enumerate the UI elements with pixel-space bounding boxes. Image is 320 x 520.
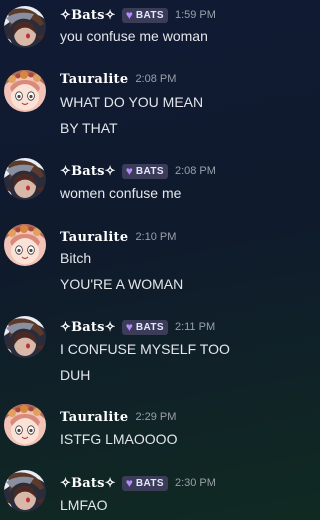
username[interactable]: ✧Bats✧ — [60, 476, 116, 491]
role-badge[interactable]: ♥ BATS — [121, 163, 168, 179]
message-header: ✧Bats✧ ♥ BATS 1:59 PM — [60, 6, 216, 24]
avatar[interactable] — [4, 470, 46, 512]
message-text: WHAT DO YOU MEAN — [60, 94, 204, 110]
timestamp[interactable]: 2:29 PM — [135, 411, 176, 423]
message-header: ✧Bats✧ ♥ BATS 2:30 PM — [60, 474, 216, 492]
username[interactable]: ✧Bats✧ — [60, 8, 116, 23]
timestamp[interactable]: 2:11 PM — [175, 321, 215, 333]
avatar[interactable] — [4, 224, 46, 266]
role-badge[interactable]: ♥ BATS — [121, 475, 168, 491]
message-text: women confuse me — [60, 185, 182, 201]
avatar[interactable] — [4, 158, 46, 200]
avatar[interactable] — [4, 404, 46, 446]
avatar[interactable] — [4, 70, 46, 112]
timestamp[interactable]: 2:10 PM — [135, 231, 176, 243]
message-header: Tauralite 2:10 PM — [60, 228, 176, 246]
avatar[interactable] — [4, 316, 46, 358]
timestamp[interactable]: 2:30 PM — [175, 477, 216, 489]
message-text: LMFAO — [60, 497, 108, 513]
role-badge[interactable]: ♥ BATS — [121, 7, 168, 23]
username[interactable]: Tauralite — [60, 230, 128, 245]
message-text: I CONFUSE MYSELF TOO — [60, 341, 230, 357]
username[interactable]: ✧Bats✧ — [60, 164, 116, 179]
purple-heart-icon: ♥ — [125, 164, 133, 178]
username[interactable]: Tauralite — [60, 410, 128, 425]
timestamp[interactable]: 2:08 PM — [175, 165, 216, 177]
role-badge[interactable]: ♥ BATS — [121, 319, 168, 335]
message-header: ✧Bats✧ ♥ BATS 2:11 PM — [60, 318, 215, 336]
username[interactable]: Tauralite — [60, 72, 128, 87]
message-header: Tauralite 2:29 PM — [60, 408, 176, 426]
message-text: ISTFG LMAOOOO — [60, 431, 178, 447]
message-text: BY THAT — [60, 120, 118, 136]
message-header: Tauralite 2:08 PM — [60, 70, 176, 88]
purple-heart-icon: ♥ — [125, 320, 133, 334]
message-text: YOU'RE A WOMAN — [60, 276, 184, 292]
username[interactable]: ✧Bats✧ — [60, 320, 116, 335]
chat-log: ✧Bats✧ ♥ BATS 1:59 PM you confuse me wom… — [0, 0, 300, 520]
avatar[interactable] — [4, 6, 46, 48]
message-text: you confuse me woman — [60, 28, 208, 44]
message-text: DUH — [60, 367, 91, 383]
message-text: Bitch — [60, 250, 92, 266]
purple-heart-icon: ♥ — [125, 8, 133, 22]
purple-heart-icon: ♥ — [125, 476, 133, 490]
timestamp[interactable]: 2:08 PM — [135, 73, 176, 85]
message-header: ✧Bats✧ ♥ BATS 2:08 PM — [60, 162, 216, 180]
timestamp[interactable]: 1:59 PM — [175, 9, 216, 21]
